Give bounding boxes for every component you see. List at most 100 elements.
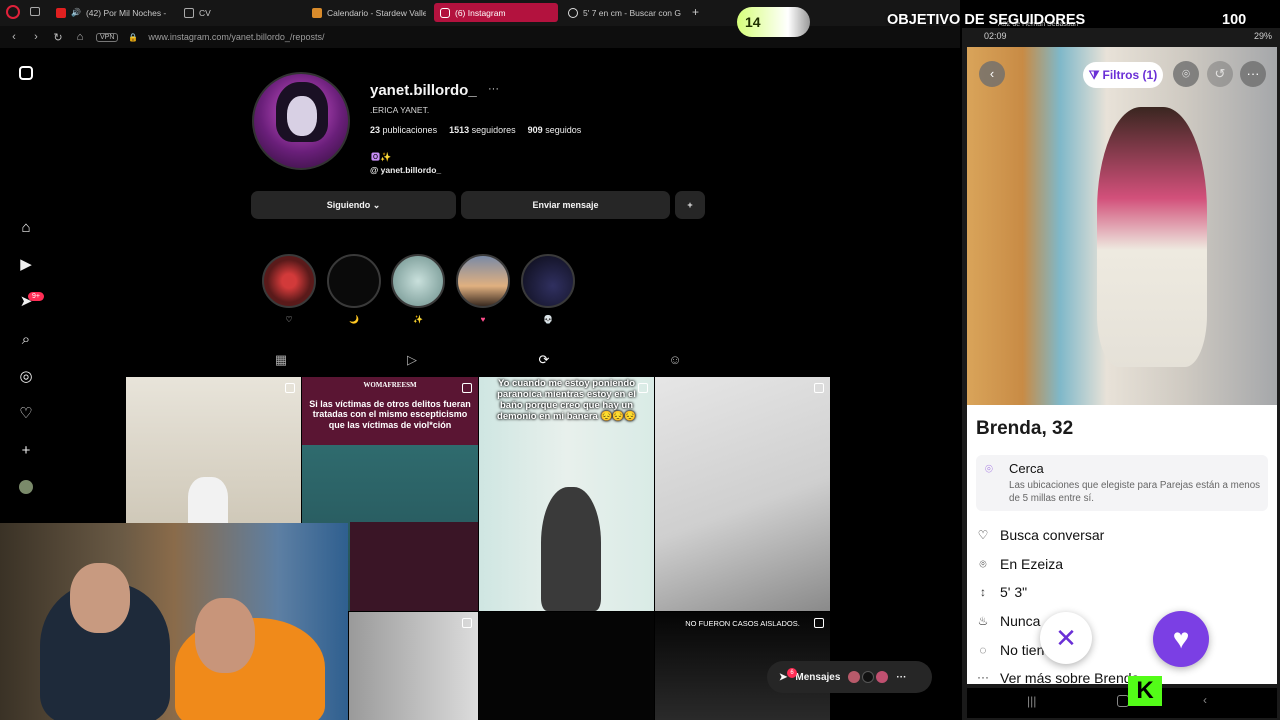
goal-progress-pill: 14	[737, 7, 810, 37]
location-pin-icon: ⌾	[985, 461, 993, 476]
tab-google-search[interactable]: 5' 7 en cm - Buscar con G	[562, 3, 686, 22]
post-3[interactable]: Yo cuando me estoy poniendo paranoica mi…	[479, 377, 654, 611]
like-button[interactable]: ♥	[1153, 611, 1209, 667]
highlight-3[interactable]	[391, 254, 445, 308]
recents-icon[interactable]: |||	[1027, 694, 1036, 708]
location-button[interactable]: ⌾	[1173, 61, 1199, 87]
battery-level: 29%	[1254, 31, 1273, 41]
detail-text: 5' 3"	[1000, 584, 1028, 600]
post-1[interactable]	[126, 377, 301, 527]
more-dots-icon: ···	[896, 671, 907, 683]
reels-icon[interactable]: ▶	[17, 256, 35, 274]
add-user-button[interactable]: +	[675, 191, 705, 219]
forward-icon[interactable]: ›	[30, 31, 42, 43]
document-icon	[184, 7, 194, 18]
new-tab-button[interactable]: +	[692, 5, 699, 19]
heart-icon[interactable]: ♡	[17, 405, 35, 423]
kick-logo: K	[1128, 676, 1162, 706]
detail-intent: ♡ Busca conversar	[976, 527, 1105, 543]
highlight-4[interactable]	[456, 254, 510, 308]
highlight-1[interactable]	[262, 254, 316, 308]
highlight-3-label: ✨	[413, 315, 423, 324]
home-icon[interactable]: ⌂	[74, 31, 86, 43]
reel-icon	[285, 383, 295, 393]
more-options-icon[interactable]: ···	[488, 83, 499, 95]
webcam-overlay	[0, 523, 348, 720]
detail-smoking: ♨ Nunca	[976, 613, 1041, 629]
post-2-dark-strip	[350, 522, 478, 611]
stardew-icon	[312, 7, 322, 18]
highlight-5[interactable]	[521, 254, 575, 308]
highlight-2-label: 🌙	[349, 315, 359, 324]
tab-instagram[interactable]: (6) Instagram	[434, 3, 558, 22]
highlight-2[interactable]	[327, 254, 381, 308]
tab-reposts-icon[interactable]: ⟳	[534, 352, 554, 368]
profile-photo[interactable]	[967, 47, 1277, 405]
tab-label: (42) Por Mil Noches -	[85, 7, 167, 18]
more-button[interactable]: ···	[1240, 61, 1266, 87]
threads-handle: yanet.billordo_	[380, 165, 442, 175]
highlight-1-label: ♡	[285, 315, 293, 324]
post-7[interactable]	[479, 612, 654, 720]
streamer-1-head	[70, 563, 130, 633]
add-user-icon: +	[687, 200, 693, 210]
following-button[interactable]: Siguiendo ⌄	[251, 191, 456, 219]
instagram-logo-icon[interactable]	[17, 64, 35, 82]
mouse-cursor-icon: ↖	[1252, 618, 1263, 633]
tab-tagged-icon[interactable]: ☺	[665, 352, 685, 367]
post-2-text: Si las víctimas de otros delitos fueran …	[309, 399, 471, 430]
tab-stardew[interactable]: Calendario - Stardew Valle	[306, 3, 426, 22]
goal-title: OBJETIVO DE SEGUIDORES	[887, 12, 1086, 28]
filters-button[interactable]: ⧩ Filtros (1)	[1083, 62, 1163, 88]
profile-username: yanet.billordo_	[370, 82, 477, 99]
photo-figure	[1097, 107, 1207, 367]
smoking-icon: ♨	[977, 614, 989, 628]
posts-stat[interactable]: 23 publicaciones	[370, 125, 437, 135]
tab-cv[interactable]: CV	[178, 3, 298, 22]
explore-icon[interactable]: ◎	[17, 368, 35, 386]
profile-full-name: .ERICA YANET.	[370, 105, 430, 115]
send-message-button[interactable]: Enviar mensaje	[461, 191, 670, 219]
undo-button[interactable]: ↺	[1207, 61, 1233, 87]
following-stat[interactable]: 909 seguidos	[528, 125, 582, 135]
threads-link[interactable]: @ yanet.billordo_	[370, 165, 441, 175]
lock-icon[interactable]: 🔒	[128, 33, 138, 42]
vpn-badge[interactable]: VPN	[96, 32, 119, 42]
filters-label: Filtros (1)	[1102, 68, 1158, 82]
reload-icon[interactable]: ↻	[52, 31, 64, 44]
messages-label: Mensajes	[795, 671, 841, 683]
avatar-face	[287, 96, 317, 136]
back-icon[interactable]: ‹	[8, 31, 20, 43]
tab-label: 5' 7 en cm - Buscar con G	[583, 7, 681, 18]
google-icon	[568, 7, 578, 18]
reel-icon	[462, 618, 472, 628]
post-1-figure	[188, 477, 228, 527]
opera-logo-icon[interactable]	[6, 5, 20, 19]
post-8-text: NO FUERON CASOS AISLADOS.	[685, 619, 800, 628]
search-icon[interactable]: ⌕	[17, 331, 35, 349]
profile-avatar-icon[interactable]	[17, 480, 35, 498]
create-icon[interactable]: +	[17, 442, 35, 460]
notification-badge: 9+	[28, 292, 44, 301]
browser-tab-bar: 🔊 (42) Por Mil Noches - CV Calendario - …	[0, 0, 960, 26]
speaker-icon[interactable]: 🔊	[71, 8, 81, 17]
tab-reels-icon[interactable]: ▷	[402, 352, 422, 368]
tab-posts-icon[interactable]: ▦	[271, 352, 291, 368]
height-icon: ↕	[980, 585, 986, 599]
instagram-icon	[440, 7, 450, 18]
post-4[interactable]	[655, 377, 830, 611]
tab-workspace-icon[interactable]	[30, 7, 40, 16]
back-button[interactable]: ‹	[979, 61, 1005, 87]
bio-emoji: 🅾✨	[371, 152, 392, 162]
profile-avatar[interactable]	[252, 72, 350, 170]
see-more-link[interactable]: ··· Ver más sobre Brenda	[976, 670, 1139, 684]
reel-icon	[814, 383, 824, 393]
pass-button[interactable]: ✕	[1040, 612, 1092, 664]
tab-youtube[interactable]: 🔊 (42) Por Mil Noches -	[50, 3, 172, 22]
post-6[interactable]	[349, 612, 478, 720]
filter-icon: ⧩	[1088, 67, 1100, 82]
home-icon[interactable]: ⌂	[17, 219, 35, 237]
followers-stat[interactable]: 1513 seguidores	[449, 125, 516, 135]
back-nav-icon[interactable]: ‹	[1203, 693, 1207, 707]
url-field[interactable]: www.instagram.com/yanet.billordo_/repost…	[148, 32, 324, 42]
